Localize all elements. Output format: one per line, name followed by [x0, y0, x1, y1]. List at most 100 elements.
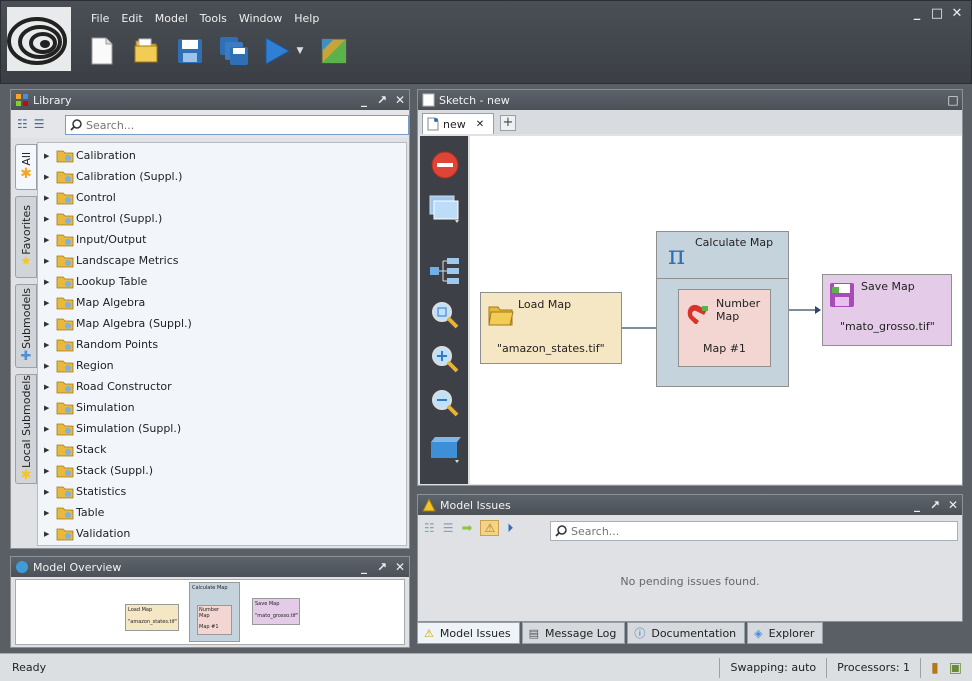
- tab-local-submodels[interactable]: Local Submodels ✱: [15, 374, 37, 484]
- menu-help[interactable]: Help: [288, 10, 325, 28]
- library-item[interactable]: ▶ Landscape Metrics: [38, 250, 406, 271]
- issues-search-box[interactable]: [550, 521, 958, 541]
- arrow-right-icon[interactable]: ➡: [462, 521, 473, 536]
- map-viewer-button[interactable]: [319, 35, 349, 67]
- remove-button[interactable]: [428, 148, 462, 182]
- panel-close-icon[interactable]: ✕: [944, 498, 962, 512]
- expand-arrow-icon[interactable]: ▶: [44, 152, 56, 160]
- library-item[interactable]: ▶ Simulation (Suppl.): [38, 418, 406, 439]
- run-button[interactable]: [263, 35, 291, 67]
- new-file-button[interactable]: [87, 35, 117, 67]
- expand-arrow-icon[interactable]: ▶: [44, 404, 56, 412]
- run-dropdown-button[interactable]: ▼: [295, 35, 305, 67]
- expand-arrow-icon[interactable]: ▶: [44, 194, 56, 202]
- expand-arrow-icon[interactable]: ▶: [44, 383, 56, 391]
- library-item[interactable]: ▶ Map Algebra: [38, 292, 406, 313]
- zoom-fit-button[interactable]: [428, 298, 462, 332]
- close-icon[interactable]: ✕: [949, 6, 965, 22]
- open-folder-button[interactable]: [131, 35, 161, 67]
- expand-arrow-icon[interactable]: ▶: [44, 467, 56, 475]
- expand-arrow-icon[interactable]: ▶: [44, 425, 56, 433]
- window-button[interactable]: [428, 192, 462, 226]
- library-item[interactable]: ▶ Lookup Table: [38, 271, 406, 292]
- library-item[interactable]: ▶ Control (Suppl.): [38, 208, 406, 229]
- menu-tools[interactable]: Tools: [194, 10, 233, 28]
- library-item[interactable]: ▶ Input/Output: [38, 229, 406, 250]
- list-view-icon[interactable]: ☰: [443, 521, 454, 535]
- expand-arrow-icon[interactable]: ▶: [44, 299, 56, 307]
- panel-maximize-icon[interactable]: □: [944, 93, 962, 107]
- library-item[interactable]: ▶ Validation: [38, 523, 406, 544]
- library-item[interactable]: ▶ Control: [38, 187, 406, 208]
- library-item[interactable]: ▶ Table: [38, 502, 406, 523]
- tab-documentation[interactable]: ⓘ Documentation: [627, 622, 746, 644]
- library-item[interactable]: ▶ Road Constructor: [38, 376, 406, 397]
- tab-explorer[interactable]: ◈ Explorer: [747, 622, 824, 644]
- panel-float-icon[interactable]: ↗: [373, 93, 391, 107]
- maximize-icon[interactable]: □: [929, 6, 945, 22]
- expand-arrow-icon[interactable]: ▶: [44, 488, 56, 496]
- expand-arrow-icon[interactable]: ▶: [44, 173, 56, 181]
- zoom-in-button[interactable]: [428, 342, 462, 376]
- tree-view-icon[interactable]: ☷: [17, 117, 28, 131]
- tab-new[interactable]: new ✕: [422, 113, 494, 134]
- skip-icon[interactable]: ⏵: [507, 521, 513, 536]
- expand-arrow-icon[interactable]: ▶: [44, 257, 56, 265]
- panel-minimize-icon[interactable]: _: [355, 560, 373, 574]
- tab-favorites[interactable]: Favorites ★: [15, 196, 37, 278]
- load-map-node[interactable]: Load Map "amazon_states.tif": [480, 292, 622, 364]
- expand-arrow-icon[interactable]: ▶: [44, 341, 56, 349]
- tree-view-icon[interactable]: ☷: [424, 521, 435, 535]
- tab-all[interactable]: All ✱: [15, 144, 37, 190]
- number-map-node[interactable]: Number Map Map #1: [678, 289, 771, 367]
- library-item[interactable]: ▶ Map Algebra (Suppl.): [38, 313, 406, 334]
- garbage-icon[interactable]: ▣: [949, 660, 972, 676]
- library-search-input[interactable]: [86, 118, 386, 132]
- warning-filter-icon[interactable]: ⚠: [480, 520, 500, 536]
- zoom-out-button[interactable]: [428, 386, 462, 420]
- save-button[interactable]: [175, 35, 205, 67]
- expand-arrow-icon[interactable]: ▶: [44, 362, 56, 370]
- container-button[interactable]: [428, 432, 462, 466]
- library-item[interactable]: ▶ Calibration (Suppl.): [38, 166, 406, 187]
- expand-arrow-icon[interactable]: ▶: [44, 236, 56, 244]
- library-item[interactable]: ▶ Statistics: [38, 481, 406, 502]
- minimize-icon[interactable]: _: [909, 6, 925, 22]
- tab-message-log[interactable]: ▤ Message Log: [521, 622, 626, 644]
- expand-arrow-icon[interactable]: ▶: [44, 320, 56, 328]
- menu-model[interactable]: Model: [149, 10, 194, 28]
- panel-close-icon[interactable]: ✕: [391, 93, 409, 107]
- calculate-map-node[interactable]: π Calculate Map Number Map Map #1: [656, 231, 789, 387]
- panel-minimize-icon[interactable]: _: [908, 498, 926, 512]
- issues-search-input[interactable]: [571, 524, 716, 538]
- library-item[interactable]: ▶ Random Points: [38, 334, 406, 355]
- save-map-node[interactable]: Save Map "mato_grosso.tif": [822, 274, 952, 346]
- library-item[interactable]: ▶ Calibration: [38, 145, 406, 166]
- expand-arrow-icon[interactable]: ▶: [44, 509, 56, 517]
- layout-button[interactable]: [428, 254, 462, 288]
- library-item[interactable]: ▶ Stack (Suppl.): [38, 460, 406, 481]
- expand-arrow-icon[interactable]: ▶: [44, 215, 56, 223]
- expand-arrow-icon[interactable]: ▶: [44, 446, 56, 454]
- memory-icon[interactable]: ▮: [921, 660, 949, 676]
- tab-close-icon[interactable]: ✕: [476, 119, 484, 130]
- expand-arrow-icon[interactable]: ▶: [44, 530, 56, 538]
- panel-minimize-icon[interactable]: _: [355, 93, 373, 107]
- sketch-canvas[interactable]: Load Map "amazon_states.tif" π Calculate…: [470, 136, 962, 484]
- overview-canvas[interactable]: Load Map "amazon_states.tif" Calculate Ma…: [15, 579, 405, 645]
- tab-model-issues[interactable]: ⚠ Model Issues: [417, 622, 520, 644]
- tab-submodels[interactable]: Submodels ✚: [15, 284, 37, 368]
- expand-arrow-icon[interactable]: ▶: [44, 278, 56, 286]
- menu-file[interactable]: File: [85, 10, 115, 28]
- library-item[interactable]: ▶ Simulation: [38, 397, 406, 418]
- panel-float-icon[interactable]: ↗: [373, 560, 391, 574]
- save-all-button[interactable]: [219, 35, 249, 67]
- library-item[interactable]: ▶ Region: [38, 355, 406, 376]
- library-item[interactable]: ▶ Stack: [38, 439, 406, 460]
- list-view-icon[interactable]: ☰: [34, 117, 45, 131]
- library-search-box[interactable]: [65, 115, 409, 135]
- menu-edit[interactable]: Edit: [115, 10, 148, 28]
- panel-float-icon[interactable]: ↗: [926, 498, 944, 512]
- add-tab-button[interactable]: +: [500, 115, 516, 131]
- panel-close-icon[interactable]: ✕: [391, 560, 409, 574]
